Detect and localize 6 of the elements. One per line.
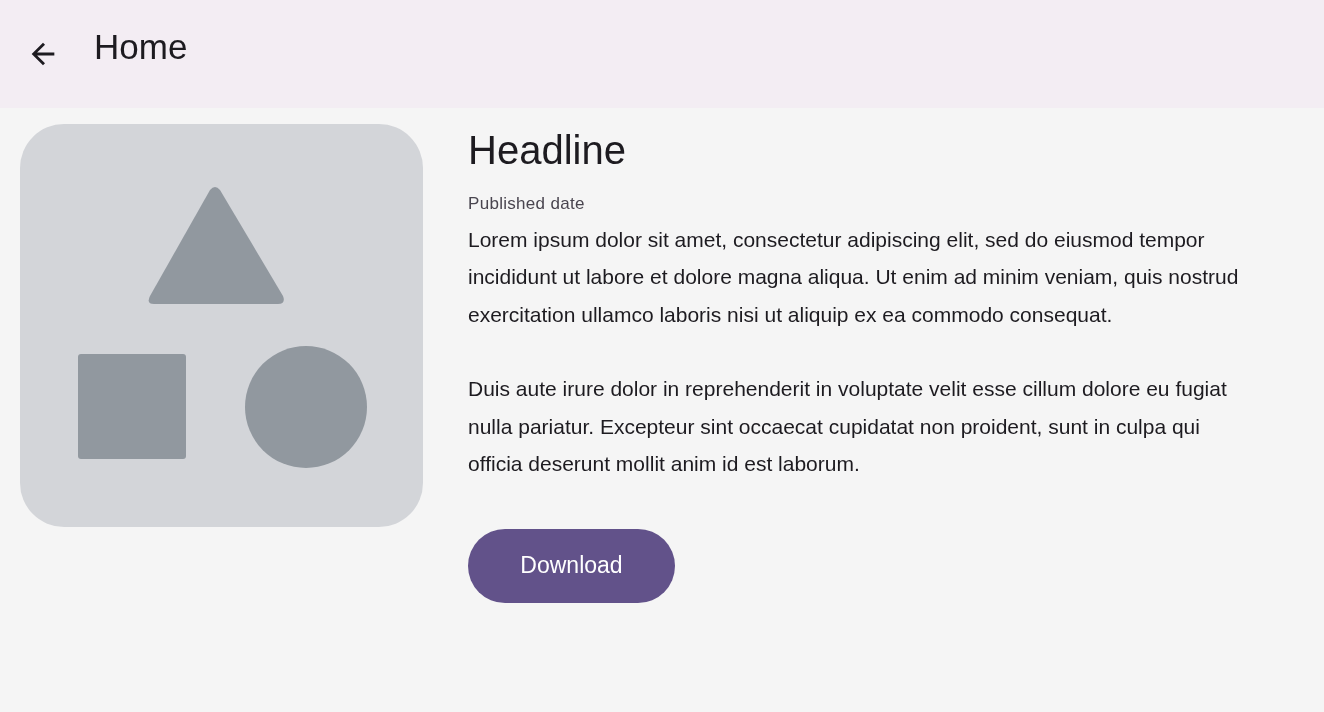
body-paragraph: Lorem ipsum dolor sit amet, consectetur adipiscing elit, sed do eiusmod tempor incididunt ut labore et dolore magna aliqua. Ut enim ad minim veniam, quis nostrud exercitation ullamco laboris nisi ut aliquip ex ea commodo consequat.	[468, 226, 1240, 328]
screen-title: Home	[94, 25, 188, 68]
headline: Headline	[468, 127, 627, 174]
published-date: Published date	[468, 193, 586, 215]
body-paragraph: Duis aute irure dolor in reprehenderit in voluptate velit esse cillum dolore eu fugiat nulla pariatur. Excepteur sint occaecat cupidatat non proident, sunt in culpa qui officia deserunt mollit anim id est laborum.	[468, 376, 1228, 477]
download-button[interactable]: Download	[468, 528, 675, 603]
